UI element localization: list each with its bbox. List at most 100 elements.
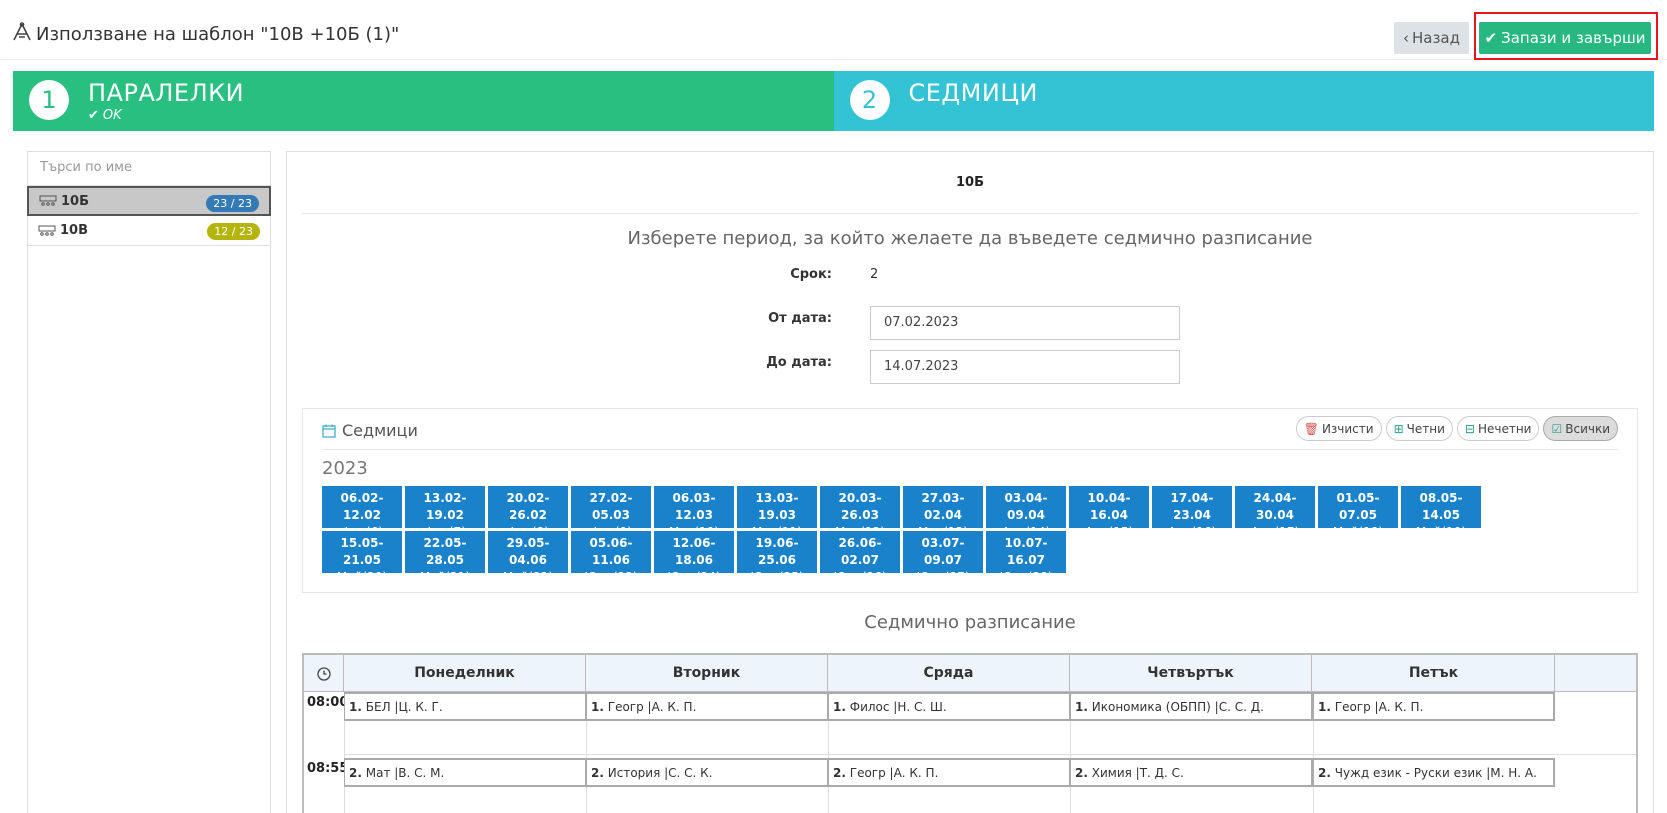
week-range: 10.07-16.07 <box>1004 536 1048 567</box>
lesson-cell[interactable]: 1. БЕЛ |Ц. К. Г. <box>344 692 587 721</box>
class-list-item[interactable]: 10Б 23 / 23 <box>27 186 271 216</box>
check-icon: ✔ <box>88 108 99 123</box>
week-button[interactable]: 05.06-11.06 Юни(23) <box>571 531 651 584</box>
save-button-label: Запази и завърши <box>1501 29 1646 47</box>
lesson-cell[interactable]: 2. Мат |В. С. М. <box>344 758 587 787</box>
class-list-item[interactable]: 10В 12 / 23 <box>28 216 270 246</box>
lesson-text: БЕЛ |Ц. К. Г. <box>365 700 443 714</box>
filter-label: Изчисти <box>1321 421 1374 436</box>
week-range: 01.05-07.05 <box>1336 491 1380 522</box>
weeks-header: Седмици <box>322 421 418 440</box>
week-label: Юни(23) <box>584 570 638 584</box>
weeks-panel: Седмици 🗑 Изчисти ⊞ Четни ⊟ Нечетни ☑ Всички… <box>302 408 1638 593</box>
week-button[interactable]: 10.04-16.04 Апр(15) <box>1069 486 1149 539</box>
week-button[interactable]: 03.07-09.07 Юли(27) <box>903 531 983 584</box>
from-date-label: От дата: <box>768 311 832 326</box>
week-label: Юни(25) <box>750 570 804 584</box>
week-range: 20.02-26.02 <box>506 491 550 522</box>
week-button[interactable]: 06.02-12.02Фев(6) <box>322 486 402 539</box>
lesson-cell[interactable]: 1. Геогр |А. К. П. <box>1313 692 1555 721</box>
class-search-input[interactable]: Търси по име <box>28 152 270 186</box>
lesson-cell[interactable]: 1. Филос |Н. С. Ш. <box>828 692 1071 721</box>
to-date-input[interactable]: 14.07.2023 <box>870 350 1180 384</box>
week-button[interactable]: 20.02-26.02Фев(8) <box>488 486 568 539</box>
week-button[interactable]: 03.04-09.04Апр(14) <box>986 486 1066 539</box>
back-button[interactable]: ‹ Назад <box>1394 22 1469 54</box>
week-range: 19.06-25.06 <box>755 536 799 567</box>
week-button[interactable]: 22.05-28.05 Май(21) <box>405 531 485 584</box>
week-button[interactable]: 10.07-16.07 Юли(28) <box>986 531 1066 584</box>
week-button[interactable]: 20.03-26.03Мар(12) <box>820 486 900 539</box>
week-button[interactable]: 06.03-12.03Мар(10) <box>654 486 734 539</box>
lesson-cell[interactable]: 2. История |С. С. К. <box>586 758 829 787</box>
class-icon <box>38 225 56 236</box>
lesson-text: История |С. С. К. <box>607 766 713 780</box>
save-and-finish-button[interactable]: ✔ Запази и завърши <box>1479 22 1651 54</box>
main-panel: 10Б Изберете период, за който желаете да… <box>286 151 1654 813</box>
wizard-steps: 1 ПАРАЛЕЛКИ ✔ OK 2 СЕДМИЦИ <box>13 71 1654 131</box>
from-date-input[interactable]: 07.02.2023 <box>870 306 1180 340</box>
class-list-panel: Търси по име 10Б 23 / 23 10В 12 / 23 <box>27 151 271 813</box>
all-weeks-button[interactable]: ☑ Всички <box>1543 416 1618 441</box>
divider <box>322 449 1618 450</box>
week-button[interactable]: 29.05-04.06 Май(22) <box>488 531 568 584</box>
step-weeks[interactable]: 2 СЕДМИЦИ <box>833 71 1654 131</box>
lesson-number: 1. <box>591 700 604 714</box>
weeks-title: Седмици <box>342 421 418 440</box>
odd-weeks-button[interactable]: ⊟ Нечетни <box>1456 416 1540 441</box>
week-button[interactable]: 24.04-30.04 Апр(17) <box>1235 486 1315 539</box>
slot-time: 08:00 <box>307 695 349 710</box>
lesson-cell[interactable]: 1. Геогр |А. К. П. <box>586 692 829 721</box>
class-name: 10Б <box>61 193 89 209</box>
lesson-number: 2. <box>1318 766 1331 780</box>
even-weeks-button[interactable]: ⊞ Четни <box>1385 416 1453 441</box>
selected-class-title: 10Б <box>302 152 1638 214</box>
week-button[interactable]: 12.06-18.06 Юни(24) <box>654 531 734 584</box>
check-icon: ✔ <box>1484 29 1498 47</box>
term-value: 2 <box>870 267 879 282</box>
week-filter-buttons: 🗑 Изчисти ⊞ Четни ⊟ Нечетни ☑ Всички <box>1295 416 1618 441</box>
lesson-text: Чужд език - Руски език |М. Н. А. <box>1334 766 1537 780</box>
day-header: Сряда <box>828 655 1070 692</box>
trash-icon: 🗑 <box>1303 421 1319 436</box>
lesson-number: 2. <box>591 766 604 780</box>
row-divider <box>344 754 1636 755</box>
week-button[interactable]: 13.03-19.03Мар(11) <box>737 486 817 539</box>
week-range: 20.03-26.03 <box>838 491 882 522</box>
week-button[interactable]: 15.05-21.05 Май(20) <box>322 531 402 584</box>
week-button[interactable]: 19.06-25.06 Юни(25) <box>737 531 817 584</box>
week-button[interactable]: 13.02-19.02Фев(7) <box>405 486 485 539</box>
lesson-number: 2. <box>833 766 846 780</box>
clear-weeks-button[interactable]: 🗑 Изчисти <box>1295 416 1382 441</box>
lesson-cell[interactable]: 2. Чужд език - Руски език |М. Н. А. <box>1313 758 1555 787</box>
week-button[interactable]: 08.05-14.05 Май(19) <box>1401 486 1481 539</box>
week-range: 05.06-11.06 <box>589 536 633 567</box>
step-status: ✔ OK <box>88 108 122 123</box>
lesson-text: Геогр |А. К. П. <box>849 766 939 780</box>
lesson-text: Мат |В. С. М. <box>365 766 445 780</box>
lesson-number: 1. <box>833 700 846 714</box>
back-button-label: Назад <box>1411 29 1460 47</box>
step-status-text: OK <box>102 108 122 123</box>
week-button[interactable]: 26.06-02.07 Юни(26) <box>820 531 900 584</box>
week-range: 08.05-14.05 <box>1419 491 1463 522</box>
lesson-cell[interactable]: 2. Геогр |А. К. П. <box>828 758 1071 787</box>
week-button[interactable]: 27.02-05.03Фев(9) <box>571 486 651 539</box>
week-button[interactable]: 17.04-23.04 Апр(16) <box>1152 486 1232 539</box>
week-button[interactable]: 01.05-07.05 Май(18) <box>1318 486 1398 539</box>
page-header: Използване на шаблон "10В +10Б (1)" ‹ На… <box>0 0 1667 60</box>
calendar-icon <box>322 424 336 438</box>
lesson-cell[interactable]: 1. Икономика (ОБПП) |С. С. Д. <box>1070 692 1313 721</box>
week-button[interactable]: 27.03-02.04Мар(13) <box>903 486 983 539</box>
week-label: Апр(15) <box>1084 525 1134 539</box>
step-classes[interactable]: 1 ПАРАЛЕЛКИ ✔ OK <box>13 71 834 131</box>
class-progress-badge: 23 / 23 <box>206 195 259 212</box>
lesson-text: Геогр |А. К. П. <box>607 700 697 714</box>
day-header: Петък <box>1313 655 1555 692</box>
filter-label: Четни <box>1406 421 1445 436</box>
step-title: ПАРАЛЕЛКИ <box>88 79 245 107</box>
calendar-check-icon: ☑ <box>1551 421 1563 436</box>
week-grid: 06.02-12.02Фев(6)13.02-19.02Фев(7)20.02-… <box>322 486 1562 584</box>
week-range: 24.04-30.04 <box>1253 491 1297 522</box>
lesson-cell[interactable]: 2. Химия |Т. Д. С. <box>1070 758 1313 787</box>
